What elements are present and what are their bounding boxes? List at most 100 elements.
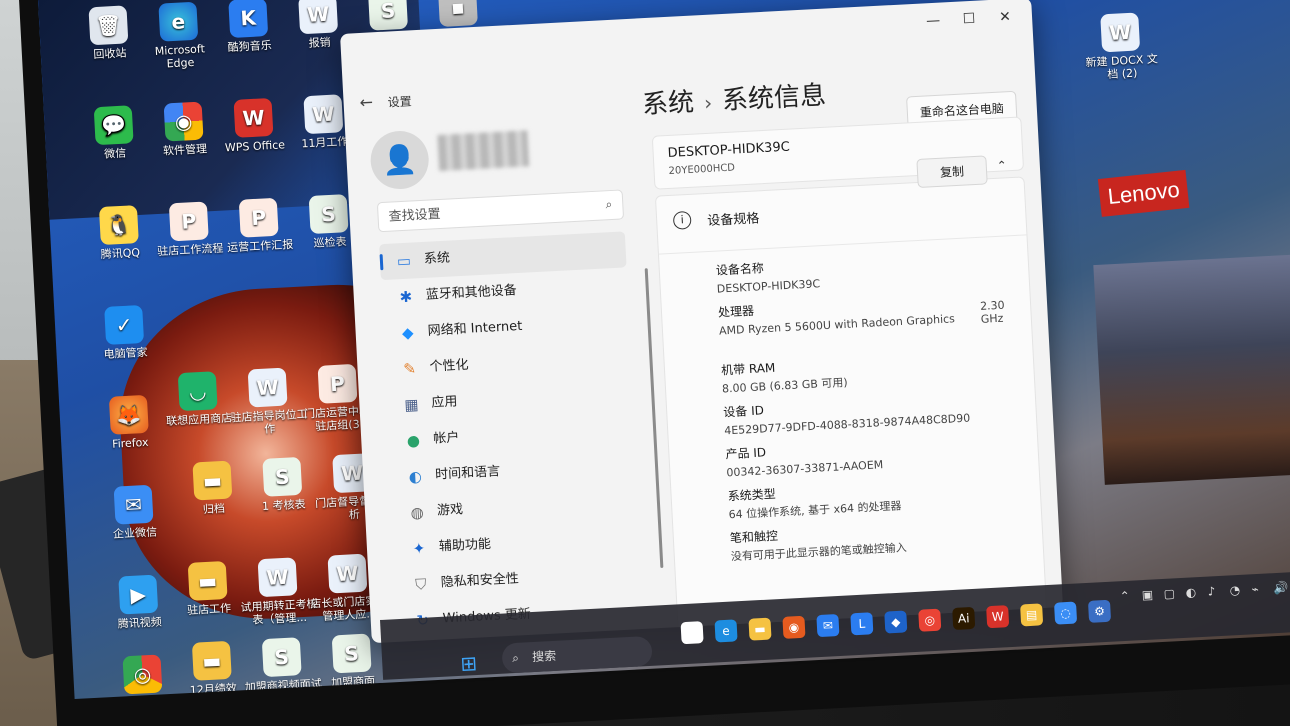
taskbar-app-icon[interactable]: W — [986, 605, 1010, 629]
maximize-icon[interactable]: ☐ — [954, 10, 985, 28]
desktop-icon[interactable]: W WPS Office — [214, 97, 295, 155]
breadcrumb-parent[interactable]: 系统 — [641, 88, 695, 121]
desktop-app-icon: W — [1100, 12, 1141, 53]
tray-icon[interactable]: ⌃ — [1119, 589, 1130, 604]
taskbar-app-icon[interactable]: ◎ — [918, 608, 942, 632]
desktop-icon[interactable]: ▬ 12月绩效 — [172, 640, 253, 698]
taskbar-app-icon[interactable]: Ai — [952, 606, 976, 631]
desktop-icon[interactable]: ✓ 电脑管家 — [84, 304, 165, 362]
copy-button[interactable]: 复制 — [916, 155, 988, 188]
nav-item-label: 蓝牙和其他设备 — [425, 283, 518, 303]
desktop-app-icon: e — [158, 1, 199, 42]
tray-icon[interactable]: ▢ — [1163, 586, 1175, 601]
taskbar-app-icon[interactable]: ◉ — [782, 615, 806, 639]
taskbar-app-icon[interactable]: ▪ — [680, 621, 704, 645]
desktop-app-icon: ◉ — [163, 101, 204, 142]
taskbar-app-icon[interactable]: ◆ — [884, 610, 908, 634]
tray-icon[interactable]: ◐ — [1185, 585, 1196, 600]
desktop-icon[interactable]: 🐧 腾讯QQ — [79, 204, 160, 262]
desktop-icon[interactable]: W 新建 DOCX 文档 (2) — [1080, 11, 1161, 82]
desktop-app-icon: ✉ — [113, 484, 154, 525]
account-icon: ● — [406, 431, 421, 451]
desktop-app-icon: ◎ — [122, 654, 163, 695]
specs-header[interactable]: i 设备规格 复制 ⌃ — [655, 155, 1027, 255]
desktop-app-icon: 💬 — [93, 105, 134, 146]
photo-background: Lenovo 🗑回收站eMicrosoft EdgeK酷狗音乐W报销S12月驻店… — [0, 0, 1290, 726]
desktop-icon-label: 回收站 — [93, 46, 127, 62]
user-avatar[interactable]: 👤 — [369, 129, 431, 191]
user-info-blurred — [437, 130, 530, 171]
desktop-icon-label: Microsoft Edge — [154, 42, 206, 71]
desktop-icon[interactable]: 💬 微信 — [74, 104, 155, 162]
desktop-icon[interactable]: S1 考核表 — [242, 456, 323, 514]
desktop-icon-label: 微信 — [103, 146, 127, 161]
taskbar-app-icon[interactable]: ▤ — [1020, 603, 1044, 627]
nav-item-label: 个性化 — [429, 357, 469, 375]
nav-item-label: 隐私和安全性 — [440, 571, 520, 591]
desktop-icon[interactable]: e Microsoft Edge — [138, 1, 219, 72]
desktop-app-icon: W — [257, 557, 298, 598]
desktop-icon[interactable]: P 运营工作汇报 — [219, 197, 300, 255]
minimize-icon[interactable]: — — [918, 12, 949, 30]
tray-icon[interactable]: ♪ — [1207, 584, 1215, 598]
desktop-icon[interactable]: 🗑 回收站 — [68, 4, 149, 62]
spec-row: 笔和触控 没有可用于此显示器的笔或触控输入 — [729, 528, 907, 564]
desktop-icon[interactable]: W 驻店指导岗位工作 — [228, 366, 309, 437]
nav-item-label: 游戏 — [436, 502, 464, 519]
settings-window[interactable]: — ☐ ✕ ← 设置 👤 ⌕ ▭ 系统 ✱ 蓝牙和其他设备 ◆ 网络和 Interne… — [340, 0, 1063, 644]
desktop-app-icon: ▬ — [192, 460, 233, 501]
desktop-icon-label: 报销 — [308, 35, 331, 50]
desktop-app-icon: ▬ — [191, 640, 232, 681]
desktop-icon[interactable]: ✉ 企业微信 — [94, 484, 175, 542]
taskbar-app-icon[interactable]: ✉ — [816, 614, 840, 638]
tray-icon[interactable]: ⌁ — [1251, 582, 1259, 596]
accessibility-icon: ✦ — [412, 539, 426, 558]
desktop-icon[interactable]: W 试用期转正考核表（管理... — [238, 556, 319, 627]
desktop-app-icon: S — [308, 194, 349, 235]
lenovo-logo: Lenovo — [1097, 169, 1190, 217]
app-title: 设置 — [387, 94, 413, 110]
taskbar-app-icon[interactable]: e — [714, 619, 738, 643]
desktop-icon[interactable]: ◉ 软件管理 — [144, 101, 225, 159]
back-arrow-icon[interactable]: ← — [359, 92, 373, 112]
tray-icon[interactable]: ◔ — [1229, 583, 1240, 598]
desktop-icon-label: 酷狗音乐 — [227, 38, 273, 55]
spec-row: 处理器 AMD Ryzen 5 5600U with Radeon Graphic… — [717, 303, 956, 338]
nav-item-label: 时间和语言 — [434, 464, 501, 483]
device-specs-card: i 设备规格 复制 ⌃ 设备名称 DESKTOP-HIDK39C 处理器 AMD R… — [654, 155, 1048, 636]
taskbar-app-icon[interactable]: ◌ — [1054, 601, 1078, 625]
desktop-app-icon: W — [298, 0, 339, 35]
spec-row: 设备名称 DESKTOP-HIDK39C — [715, 261, 821, 296]
globe-clock-icon: ◐ — [408, 467, 423, 486]
chevron-up-icon[interactable]: ⌃ — [996, 158, 1007, 173]
desktop-icon[interactable]: ▬ 归档 — [172, 460, 253, 518]
desktop-icon[interactable]: 🦊 Firefox — [89, 394, 170, 452]
taskbar-app-icon[interactable]: L — [850, 612, 874, 636]
desktop-icon[interactable]: ▶ 腾讯视频 — [98, 574, 179, 632]
taskbar-app-icon[interactable]: ▬ — [748, 617, 772, 641]
taskbar-app-icon[interactable]: ⚙ — [1087, 599, 1112, 623]
tray-icon[interactable]: ▣ — [1141, 588, 1153, 603]
person-icon: 👤 — [381, 142, 418, 177]
windows-start-icon[interactable]: ⊞ — [460, 651, 478, 676]
close-icon[interactable]: ✕ — [990, 8, 1021, 26]
desktop-app-icon: ▬ — [187, 560, 228, 601]
tray-icon[interactable]: 🔊 — [1273, 580, 1289, 595]
desktop-app-icon: ✓ — [104, 304, 145, 345]
page-title: 系统信息 — [721, 80, 827, 117]
desktop-icon-label: 11月工作 — [301, 134, 349, 151]
search-icon[interactable]: ⌕ — [605, 197, 613, 212]
spec-row: 设备 ID 4E529D77-9DFD-4088-8318-9874A48C8D9… — [722, 403, 971, 438]
desktop-icon[interactable]: K 酷狗音乐 — [208, 0, 289, 55]
search-input[interactable] — [377, 192, 580, 232]
desktop-icon[interactable]: ◡ 联想应用商店 — [158, 370, 239, 428]
desktop-icon[interactable]: P 驻店工作流程 — [149, 200, 230, 258]
desktop-app-icon: P — [168, 201, 209, 242]
desktop-icon[interactable]: ▬ 驻店工作 — [168, 560, 249, 618]
nav-item-label: 帐户 — [432, 430, 460, 447]
nav-item-label: 辅助功能 — [438, 536, 492, 555]
settings-search[interactable]: ⌕ — [376, 189, 625, 233]
desktop-icon[interactable]: ◎Google Chrome — [103, 653, 184, 699]
cpu-clock: 2.30 GHz — [979, 298, 1005, 326]
nav-item-label: 应用 — [431, 394, 458, 411]
